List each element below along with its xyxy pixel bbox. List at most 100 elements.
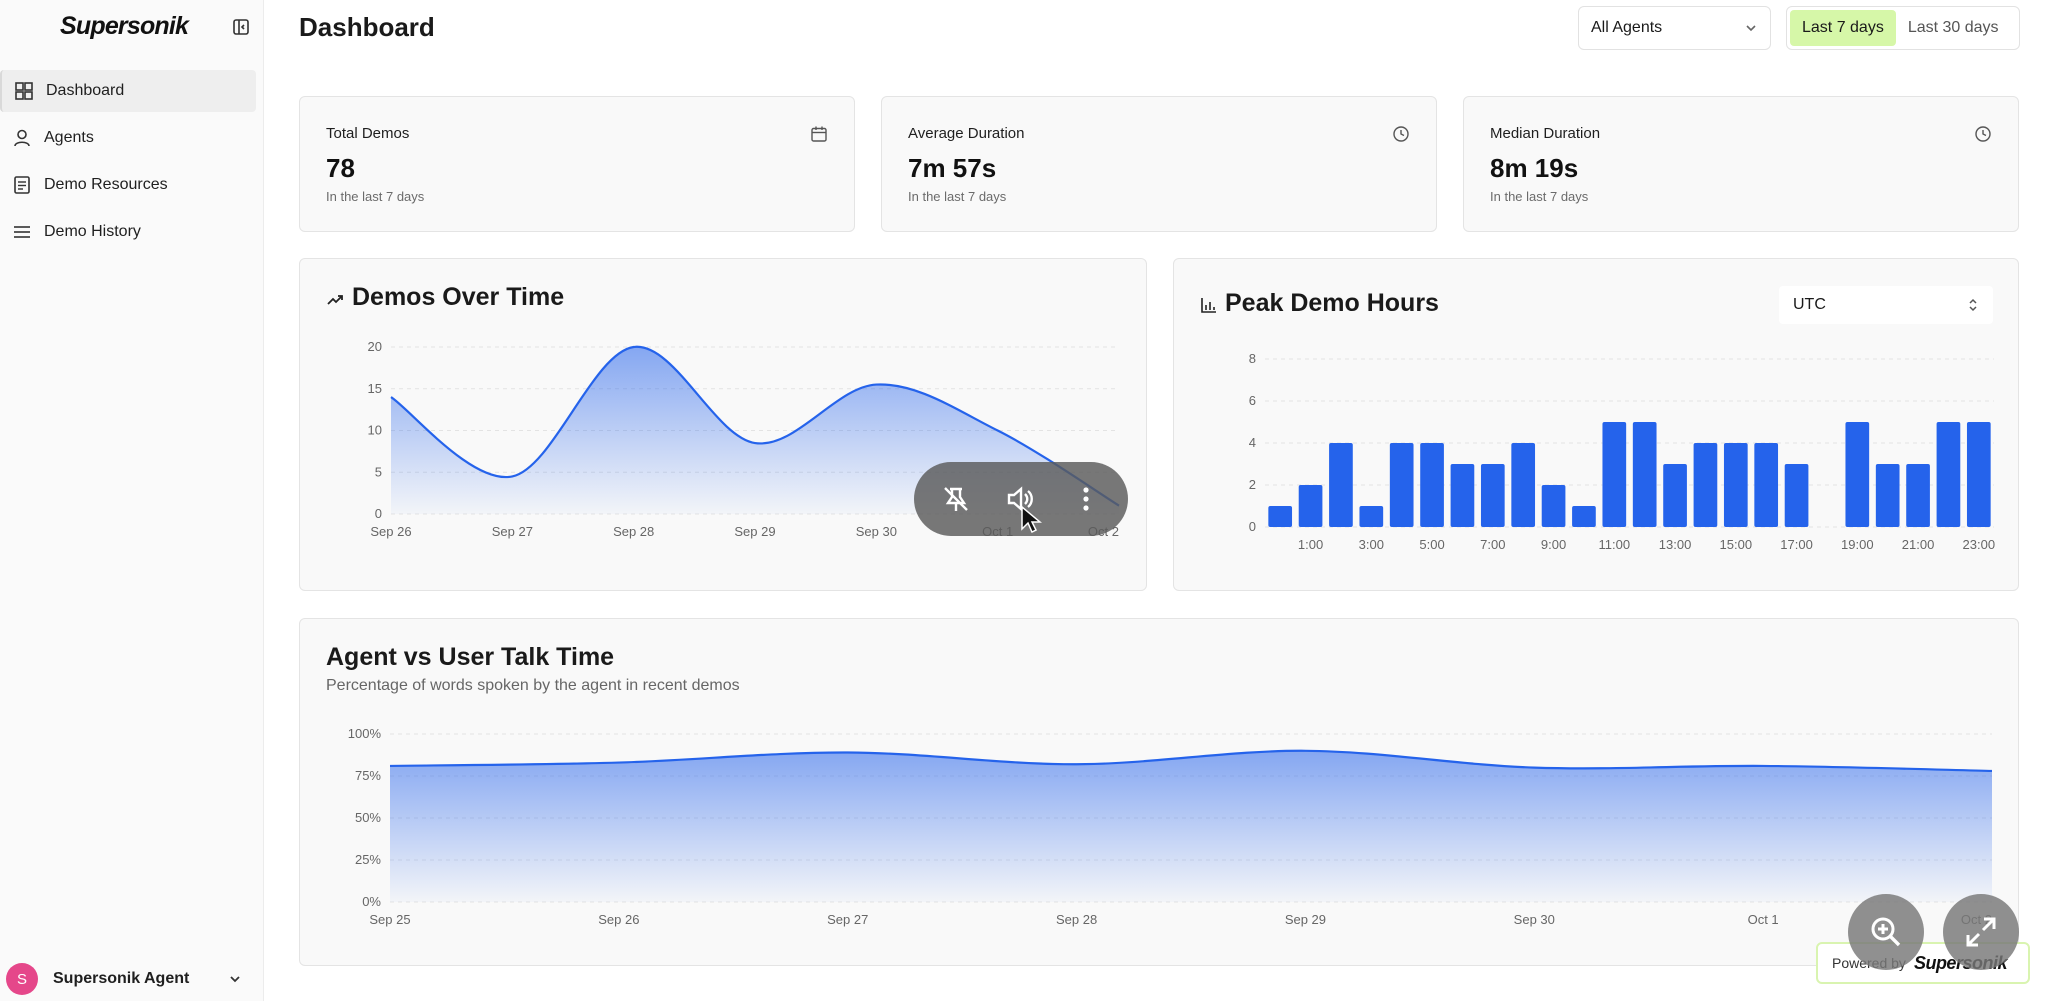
sidebar-item-demo-history[interactable]: Demo History bbox=[0, 211, 256, 253]
fullscreen-button[interactable] bbox=[1943, 894, 2019, 970]
x-tick-label: 13:00 bbox=[1659, 537, 1692, 552]
stat-label: Total Demos bbox=[326, 125, 410, 142]
x-tick-label: Sep 28 bbox=[1056, 912, 1097, 927]
y-tick-label: 0 bbox=[375, 506, 382, 521]
bar bbox=[1906, 464, 1930, 527]
y-tick-label: 100% bbox=[348, 726, 382, 741]
x-tick-label: 19:00 bbox=[1841, 537, 1874, 552]
more-options-icon[interactable] bbox=[1068, 481, 1104, 517]
stat-value: 8m 19s bbox=[1490, 153, 1579, 183]
sidebar-item-label: Dashboard bbox=[46, 82, 125, 99]
bar bbox=[1663, 464, 1687, 527]
bar bbox=[1602, 422, 1627, 527]
unpin-icon[interactable] bbox=[938, 481, 974, 517]
y-tick-label: 10 bbox=[368, 423, 382, 438]
avatar: S bbox=[6, 963, 38, 995]
user-name: Supersonik Agent bbox=[53, 970, 190, 987]
area-fill bbox=[390, 750, 1992, 902]
y-tick-label: 75% bbox=[355, 768, 381, 783]
x-tick-label: Sep 29 bbox=[734, 524, 775, 539]
bar bbox=[1845, 422, 1870, 527]
list-icon bbox=[14, 226, 30, 238]
stat-label: Average Duration bbox=[908, 125, 1025, 142]
bar bbox=[1480, 464, 1505, 527]
x-tick-label: Sep 29 bbox=[1285, 912, 1326, 927]
bar bbox=[1784, 464, 1809, 527]
stat-value: 78 bbox=[326, 153, 355, 183]
sidebar-item-label: Demo History bbox=[44, 223, 141, 240]
sidebar-nav: Dashboard Agents Demo Resources Demo His… bbox=[0, 70, 256, 258]
x-tick-label: 7:00 bbox=[1480, 537, 1505, 552]
sidebar-item-label: Demo Resources bbox=[44, 176, 168, 193]
agent-filter-select[interactable]: All Agents bbox=[1578, 6, 1771, 50]
bar bbox=[1450, 464, 1475, 527]
x-tick-label: 5:00 bbox=[1419, 537, 1444, 552]
x-tick-label: 1:00 bbox=[1298, 537, 1323, 552]
x-tick-label: Oct 1 bbox=[1748, 912, 1779, 927]
x-tick-label: 3:00 bbox=[1359, 537, 1384, 552]
bar bbox=[1511, 443, 1536, 527]
y-tick-label: 5 bbox=[375, 464, 382, 479]
y-tick-label: 6 bbox=[1249, 393, 1256, 408]
y-tick-label: 0 bbox=[1249, 519, 1256, 534]
expand-icon bbox=[1966, 917, 1996, 947]
x-tick-label: Sep 26 bbox=[370, 524, 411, 539]
x-tick-label: Sep 26 bbox=[598, 912, 639, 927]
bar bbox=[1298, 485, 1323, 527]
page-title: Dashboard bbox=[299, 12, 435, 42]
stat-subtext: In the last 7 days bbox=[326, 189, 425, 204]
calendar-icon bbox=[811, 126, 827, 142]
bar bbox=[1936, 422, 1961, 527]
peak-demo-hours-card: Peak Demo Hours UTC 0 2 4 6 8 1:00 3:00 5:00 7:0… bbox=[1173, 258, 2019, 591]
x-tick-label: 23:00 bbox=[1963, 537, 1996, 552]
bar bbox=[1754, 443, 1779, 527]
user-menu[interactable]: S Supersonik Agent bbox=[6, 962, 250, 996]
demos-over-time-card: Demos Over Time 0 5 10 15 20 Sep 26 Sep 27 Sep … bbox=[299, 258, 1147, 591]
sidebar-item-demo-resources[interactable]: Demo Resources bbox=[0, 164, 256, 206]
clock-icon bbox=[1393, 126, 1409, 142]
date-range-toggle: Last 7 days Last 30 days bbox=[1786, 6, 2020, 50]
y-tick-label: 15 bbox=[368, 381, 382, 396]
stat-subtext: In the last 7 days bbox=[1490, 189, 1589, 204]
x-tick-label: 11:00 bbox=[1599, 537, 1631, 552]
y-tick-label: 8 bbox=[1249, 351, 1256, 366]
x-tick-label: 17:00 bbox=[1780, 537, 1813, 552]
bar bbox=[1693, 443, 1718, 527]
bar bbox=[1632, 422, 1657, 527]
x-tick-label: Sep 27 bbox=[827, 912, 868, 927]
bar bbox=[1572, 506, 1596, 527]
stat-card-total-demos: Total Demos 78 In the last 7 days bbox=[299, 96, 855, 232]
y-tick-label: 4 bbox=[1249, 435, 1256, 450]
range-last-30-days-button[interactable]: Last 30 days bbox=[1896, 10, 2011, 46]
bar bbox=[1541, 485, 1566, 527]
chevron-down-icon bbox=[230, 976, 240, 983]
chevron-down-icon bbox=[1746, 25, 1756, 32]
sidebar-item-dashboard[interactable]: Dashboard bbox=[0, 70, 256, 112]
stat-value: 7m 57s bbox=[908, 153, 997, 183]
zoom-button[interactable] bbox=[1848, 894, 1924, 970]
bar bbox=[1389, 443, 1414, 527]
x-tick-label: Sep 30 bbox=[1514, 912, 1555, 927]
range-last-7-days-button[interactable]: Last 7 days bbox=[1790, 10, 1896, 46]
bar bbox=[1966, 422, 1991, 527]
user-icon bbox=[14, 129, 30, 147]
bar bbox=[1420, 443, 1444, 527]
x-tick-label: 9:00 bbox=[1541, 537, 1566, 552]
bar bbox=[1875, 464, 1900, 527]
sidebar-collapse-icon[interactable] bbox=[232, 18, 250, 36]
document-icon bbox=[14, 176, 30, 194]
x-tick-label: 21:00 bbox=[1902, 537, 1935, 552]
sidebar-item-agents[interactable]: Agents bbox=[0, 117, 256, 159]
stat-subtext: In the last 7 days bbox=[908, 189, 1007, 204]
demos-over-time-chart: 05101520Sep 26Sep 27Sep 28Sep 29Sep 30Oc… bbox=[368, 339, 1120, 539]
dashboard-icon bbox=[15, 82, 33, 100]
stat-card-average-duration: Average Duration 7m 57s In the last 7 da… bbox=[881, 96, 1437, 232]
agent-filter-value: All Agents bbox=[1591, 19, 1663, 36]
stat-card-median-duration: Median Duration 8m 19s In the last 7 day… bbox=[1463, 96, 2019, 232]
y-tick-label: 0% bbox=[362, 894, 381, 909]
x-tick-label: Sep 28 bbox=[613, 524, 654, 539]
brand-logo[interactable]: Supersonik bbox=[60, 12, 189, 41]
sidebar: Supersonik Dashboard Agents Demo Resourc… bbox=[0, 0, 264, 1001]
bar bbox=[1268, 506, 1293, 527]
x-tick-label: 15:00 bbox=[1720, 537, 1753, 552]
